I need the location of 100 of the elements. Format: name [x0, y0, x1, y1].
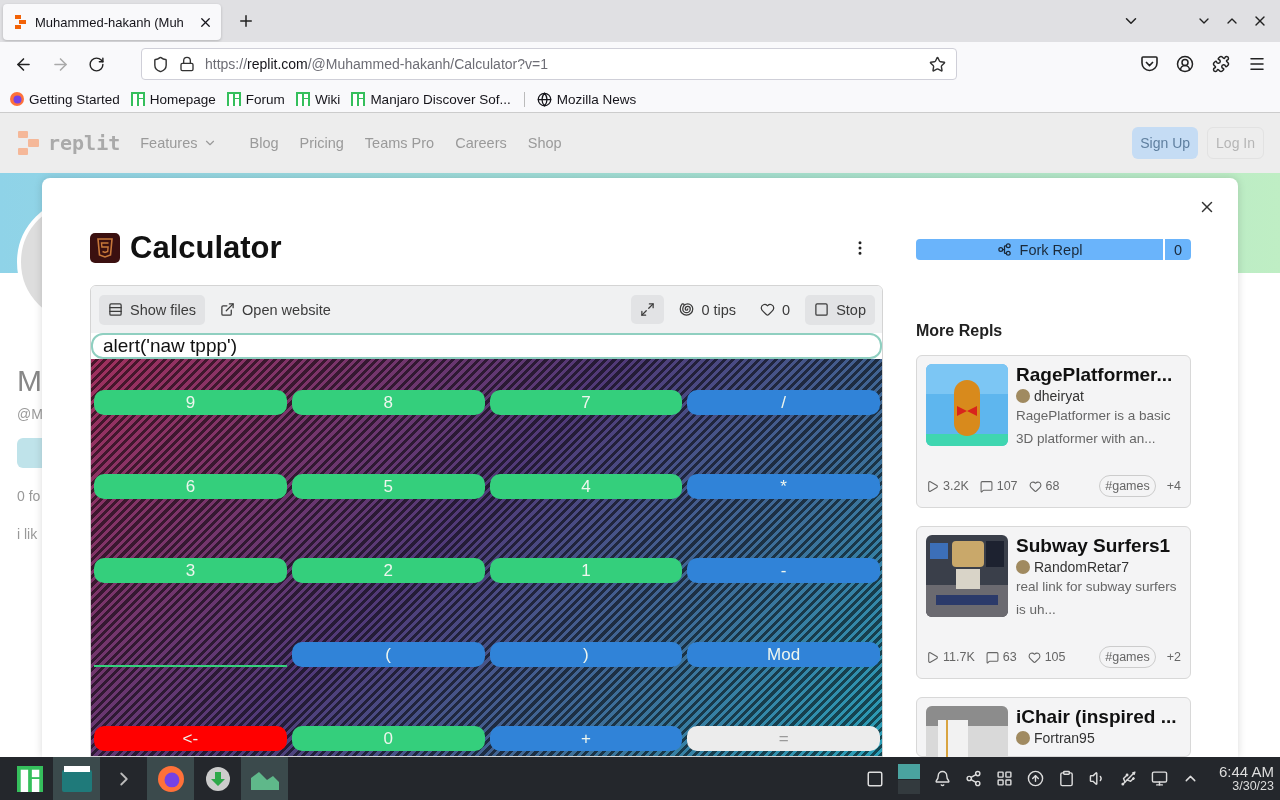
- nav-link[interactable]: Pricing: [299, 135, 344, 151]
- extensions-icon[interactable]: [1212, 55, 1230, 73]
- comment-icon: [979, 479, 993, 493]
- manjaro-icon: [351, 92, 366, 106]
- spiral-icon: [679, 302, 695, 317]
- calculator-key[interactable]: 1: [489, 558, 683, 583]
- author-name: RandomRetar7: [1034, 559, 1129, 575]
- bookmark[interactable]: Manjaro Discover Sof...: [351, 91, 511, 107]
- calculator-key[interactable]: ): [489, 642, 683, 667]
- comment-count: 63: [985, 650, 1017, 664]
- profile-bio: i lik: [17, 526, 38, 542]
- bookmark[interactable]: Homepage: [130, 91, 216, 107]
- repl-card-title: RagePlatformer...: [1016, 364, 1174, 386]
- nav-link[interactable]: Careers: [455, 135, 507, 151]
- manjaro-icon: [130, 92, 145, 106]
- network-icon[interactable]: [1150, 770, 1168, 787]
- comment-icon: [985, 650, 999, 664]
- external-link-icon: [220, 302, 236, 317]
- bookmark-star-icon[interactable]: [929, 55, 946, 73]
- nav-link[interactable]: Teams Pro: [364, 135, 435, 151]
- settings-icon[interactable]: [995, 770, 1013, 787]
- author-avatar: [1016, 389, 1030, 403]
- open-website-link[interactable]: Open website: [211, 294, 340, 325]
- address-bar[interactable]: https://replit.com/@Muhammed-hakanh/Calculator?v=1: [141, 48, 957, 80]
- calculator-key[interactable]: 0: [291, 726, 485, 751]
- calculator-key[interactable]: 9: [94, 390, 287, 415]
- fork-repl-button[interactable]: Fork Repl: [916, 239, 1163, 260]
- updates-icon[interactable]: [1026, 770, 1044, 787]
- calculator-key[interactable]: =: [687, 726, 880, 751]
- workspace-pager[interactable]: [897, 763, 920, 794]
- calculator-key[interactable]: 3: [94, 558, 287, 583]
- calculator-key[interactable]: Mod: [687, 642, 880, 667]
- follower-count: 0 fo: [17, 488, 41, 504]
- calculator-key[interactable]: -: [687, 558, 880, 583]
- calculator-key[interactable]: <-: [94, 726, 287, 751]
- calculator-key[interactable]: /: [687, 390, 880, 415]
- shield-icon: [152, 55, 169, 73]
- expand-icon: [640, 302, 656, 317]
- play-icon: [926, 479, 939, 493]
- clipboard-icon[interactable]: [1057, 770, 1075, 787]
- account-icon[interactable]: [1176, 55, 1194, 73]
- heart-icon: [1027, 650, 1041, 664]
- manjaro-icon: [226, 92, 241, 106]
- calculator-key[interactable]: 8: [291, 390, 485, 415]
- calculator-key[interactable]: *: [687, 474, 880, 499]
- repl-card-title: Subway Surfers1: [1016, 535, 1172, 557]
- run-count: 11.7K: [926, 650, 975, 664]
- reload-icon[interactable]: [88, 55, 105, 73]
- calculator-key[interactable]: 5: [291, 474, 485, 499]
- heart-icon: [1028, 479, 1042, 493]
- expand-button[interactable]: [631, 295, 665, 324]
- stop-button[interactable]: Stop: [805, 294, 875, 325]
- usb-icon[interactable]: [1119, 770, 1137, 787]
- browser-tab[interactable]: Muhammed-hakanh (Muh: [3, 4, 221, 40]
- repl-card[interactable]: Subway Surfers1 RandomRetar7 real link for subway surfers is uh... 11.7K 63 105 #games +2: [916, 526, 1191, 679]
- notifications-icon[interactable]: [933, 770, 951, 787]
- new-tab-icon[interactable]: [237, 12, 255, 30]
- play-icon: [926, 650, 939, 664]
- stop-icon: [814, 302, 830, 317]
- nav-link[interactable]: Shop: [527, 135, 562, 151]
- bookmark[interactable]: Wiki: [295, 91, 341, 107]
- bookmark[interactable]: Getting Started: [10, 91, 120, 107]
- bookmark[interactable]: Mozilla News: [523, 91, 637, 107]
- show-desktop-icon[interactable]: [865, 769, 884, 788]
- more-tags-count: +2: [1166, 650, 1181, 664]
- replit-logo[interactable]: replit: [18, 131, 121, 155]
- lock-icon: [179, 56, 195, 72]
- like-count: 68: [1028, 479, 1060, 493]
- calculator-key[interactable]: +: [489, 726, 683, 751]
- menu-icon[interactable]: [1248, 55, 1266, 73]
- like-count: 105: [1027, 650, 1066, 664]
- calculator-key[interactable]: (: [291, 642, 485, 667]
- calculator-key[interactable]: 4: [489, 474, 683, 499]
- tab-title: Muhammed-hakanh (Muh: [35, 14, 185, 30]
- profile-handle: @M: [17, 406, 43, 422]
- network-share-icon[interactable]: [964, 770, 982, 787]
- like-button[interactable]: 0: [751, 294, 800, 325]
- author-avatar: [1016, 560, 1030, 574]
- author-avatar: [1016, 731, 1030, 745]
- files-icon: [108, 302, 123, 317]
- manjaro-icon: [295, 92, 310, 106]
- repl-title: Calculator: [130, 230, 283, 266]
- calculator-key[interactable]: 7: [489, 390, 683, 415]
- repl-card[interactable]: iChair (inspired ... Fortran95: [916, 697, 1191, 757]
- show-files-button[interactable]: Show files: [99, 294, 206, 325]
- profile-name: M: [17, 364, 42, 398]
- sign-up-button[interactable]: Sign Up: [1132, 127, 1199, 159]
- underline-field[interactable]: [94, 665, 287, 667]
- calculator-key[interactable]: 6: [94, 474, 287, 499]
- download-icon[interactable]: [204, 765, 231, 792]
- folder-icon[interactable]: [61, 765, 92, 792]
- calculator-display[interactable]: alert('naw tppp'): [91, 333, 882, 359]
- pocket-icon[interactable]: [1141, 56, 1158, 72]
- calculator-key[interactable]: 2: [291, 558, 485, 583]
- repl-card[interactable]: RagePlatformer... dheiryat RagePlatformer is a basic 3D platformer with an... 3.2K 107 68 #games +4: [916, 355, 1191, 508]
- bookmark[interactable]: Forum: [226, 91, 285, 107]
- nav-link[interactable]: Features: [140, 135, 218, 151]
- tips-button[interactable]: 0 tips: [670, 294, 746, 325]
- section-heading: More Repls: [916, 322, 1004, 340]
- nav-link[interactable]: Blog: [249, 135, 279, 151]
